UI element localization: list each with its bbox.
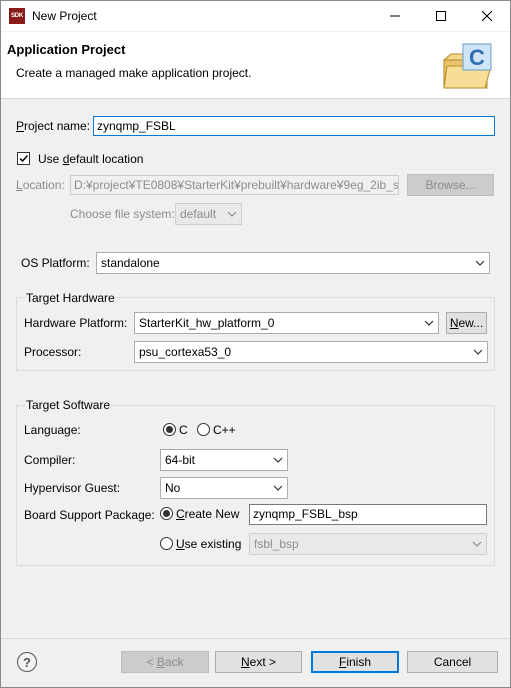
project-name-label: Project name: [16, 119, 91, 133]
wizard-description: Create a managed make application projec… [16, 66, 252, 80]
language-cpp-radio[interactable] [197, 423, 210, 436]
os-platform-select[interactable]: standalone [96, 252, 490, 274]
location-label: Location: [16, 178, 65, 192]
bsp-create-new-input[interactable]: zynqmp_FSBL_bsp [249, 504, 487, 525]
processor-value: psu_cortexa53_0 [139, 345, 232, 359]
chevron-down-icon [273, 457, 283, 463]
close-icon [482, 11, 492, 21]
window-title: New Project [32, 9, 97, 23]
chevron-down-icon [472, 541, 482, 547]
wizard-header: Application Project Create a managed mak… [1, 32, 510, 99]
title-bar[interactable]: SDK New Project [1, 1, 510, 31]
language-cpp-label[interactable]: C++ [213, 423, 236, 437]
browse-button[interactable]: Browse... [407, 174, 494, 196]
bsp-use-existing-label[interactable]: Use existing [176, 537, 241, 551]
compiler-label: Compiler: [24, 453, 76, 467]
minimize-icon [390, 15, 400, 17]
language-c-label[interactable]: C [179, 423, 188, 437]
maximize-icon [436, 11, 446, 21]
chevron-down-icon [273, 485, 283, 491]
cancel-button[interactable]: Cancel [407, 651, 498, 673]
bsp-create-new-radio[interactable] [160, 507, 173, 520]
footer-separator [1, 638, 510, 639]
location-input[interactable]: D:¥project¥TE0808¥StarterKit¥prebuilt¥ha… [70, 175, 399, 195]
maximize-button[interactable] [418, 1, 464, 31]
use-default-location-label[interactable]: Use default location [38, 152, 143, 166]
chevron-down-icon [227, 211, 237, 217]
next-button[interactable]: Next > [215, 651, 302, 673]
target-hardware-title: Target Hardware [25, 291, 116, 305]
processor-select[interactable]: psu_cortexa53_0 [134, 341, 488, 363]
chevron-down-icon [475, 260, 485, 266]
file-system-value: default [180, 207, 217, 221]
project-name-input[interactable]: zynqmp_FSBL [93, 116, 495, 136]
file-system-select[interactable]: default [175, 203, 242, 225]
hardware-platform-select[interactable]: StarterKit_hw_platform_0 [134, 312, 439, 334]
close-button[interactable] [464, 1, 510, 31]
os-platform-label: OS Platform: [21, 256, 90, 270]
c-project-folder-icon: C [442, 43, 492, 89]
svg-text:C: C [469, 45, 485, 70]
bsp-use-existing-value: fsbl_bsp [254, 537, 299, 551]
hypervisor-guest-value: No [165, 481, 181, 495]
new-hardware-platform-button[interactable]: New... [446, 312, 487, 334]
chevron-down-icon [424, 320, 434, 326]
help-icon[interactable]: ? [16, 651, 38, 673]
back-button[interactable]: < Back [121, 651, 209, 673]
bsp-use-existing-radio[interactable] [160, 537, 173, 550]
language-c-radio[interactable] [163, 423, 176, 436]
finish-button[interactable]: Finish [311, 651, 399, 673]
compiler-value: 64-bit [165, 453, 196, 467]
new-project-dialog: SDK New Project Application Project Crea… [0, 0, 511, 688]
os-platform-value: standalone [101, 256, 160, 270]
use-default-location-checkbox[interactable] [17, 152, 30, 165]
checkmark-icon [19, 154, 29, 163]
bsp-create-new-label[interactable]: Create New [176, 507, 239, 521]
bsp-use-existing-select[interactable]: fsbl_bsp [249, 533, 487, 555]
bsp-label: Board Support Package: [24, 508, 155, 522]
hardware-platform-value: StarterKit_hw_platform_0 [139, 316, 275, 330]
hypervisor-guest-select[interactable]: No [160, 477, 288, 499]
hardware-platform-label: Hardware Platform: [24, 316, 128, 330]
processor-label: Processor: [24, 345, 82, 359]
wizard-title: Application Project [7, 42, 126, 57]
language-label: Language: [24, 423, 81, 437]
minimize-button[interactable] [372, 1, 418, 31]
chevron-down-icon [473, 349, 483, 355]
sdk-app-icon: SDK [9, 8, 25, 24]
compiler-select[interactable]: 64-bit [160, 449, 288, 471]
file-system-label: Choose file system: [70, 207, 175, 221]
hypervisor-guest-label: Hypervisor Guest: [24, 481, 121, 495]
svg-text:?: ? [23, 655, 31, 670]
target-software-title: Target Software [25, 398, 112, 412]
